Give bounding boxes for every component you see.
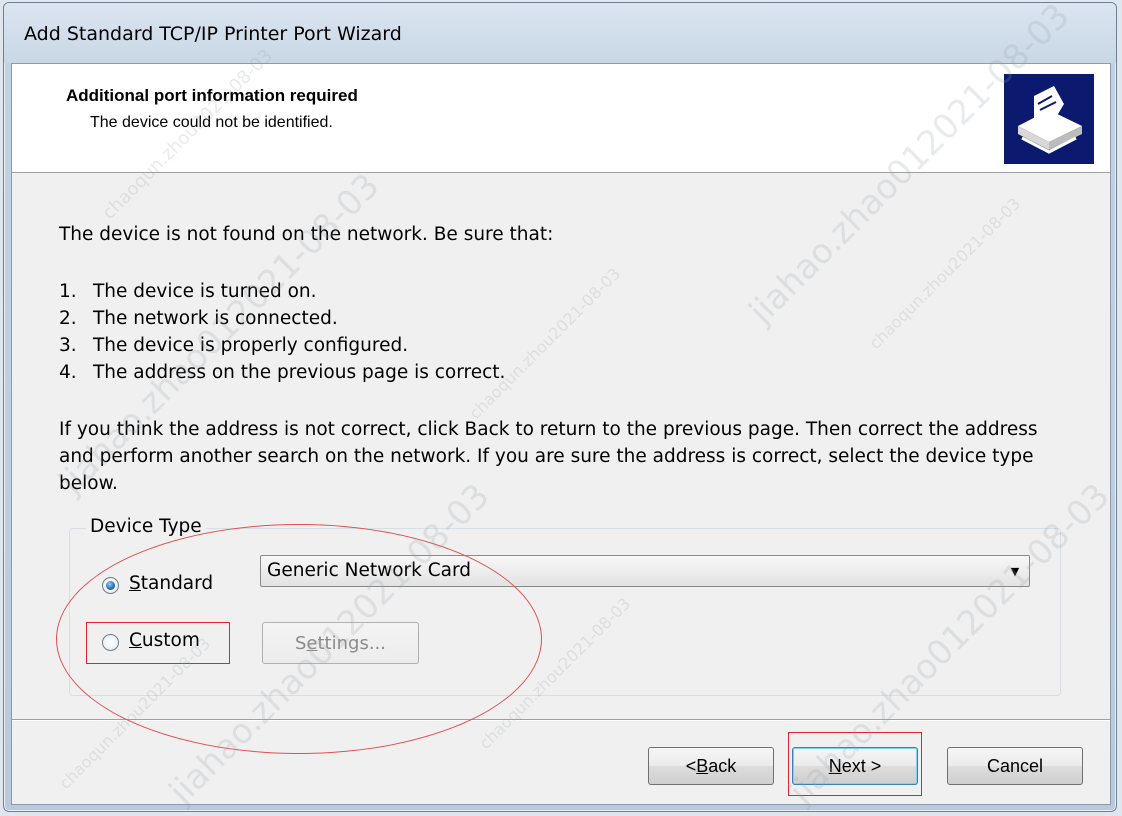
device-type-label: Device Type: [86, 516, 206, 537]
annotation-custom-box: [86, 622, 230, 664]
header-subtitle: The device could not be identified.: [90, 114, 333, 131]
title-bar[interactable]: Add Standard TCP/IP Printer Port Wizard: [4, 3, 1116, 63]
not-found-message: The device is not found on the network. …: [59, 224, 554, 245]
wizard-client-area: Additional port information required The…: [11, 3, 1116, 811]
list-item: 4. The address on the previous page is co…: [59, 362, 506, 383]
list-item: 2. The network is connected.: [59, 308, 338, 329]
wizard-header: Additional port information required The…: [12, 64, 1110, 173]
wizard-window: Add Standard TCP/IP Printer Port Wizard …: [3, 2, 1117, 812]
list-item: 1. The device is turned on.: [59, 281, 317, 302]
instructions-paragraph: If you think the address is not correct,…: [59, 419, 1038, 494]
printer-wizard-icon: [1004, 74, 1094, 164]
window-title: Add Standard TCP/IP Printer Port Wizard: [24, 23, 402, 45]
header-title: Additional port information required: [66, 86, 358, 105]
chevron-down-icon[interactable]: ▼: [1003, 558, 1027, 584]
list-item: 3. The device is properly configured.: [59, 335, 409, 356]
watermark: chaoqun.zhou2021-08-03: [865, 194, 1025, 353]
cancel-button[interactable]: Cancel: [947, 747, 1083, 785]
annotation-next-box: [788, 732, 922, 796]
back-button[interactable]: < Back: [648, 747, 774, 785]
checklist: 1. The device is turned on. 2. The network…: [59, 278, 505, 386]
